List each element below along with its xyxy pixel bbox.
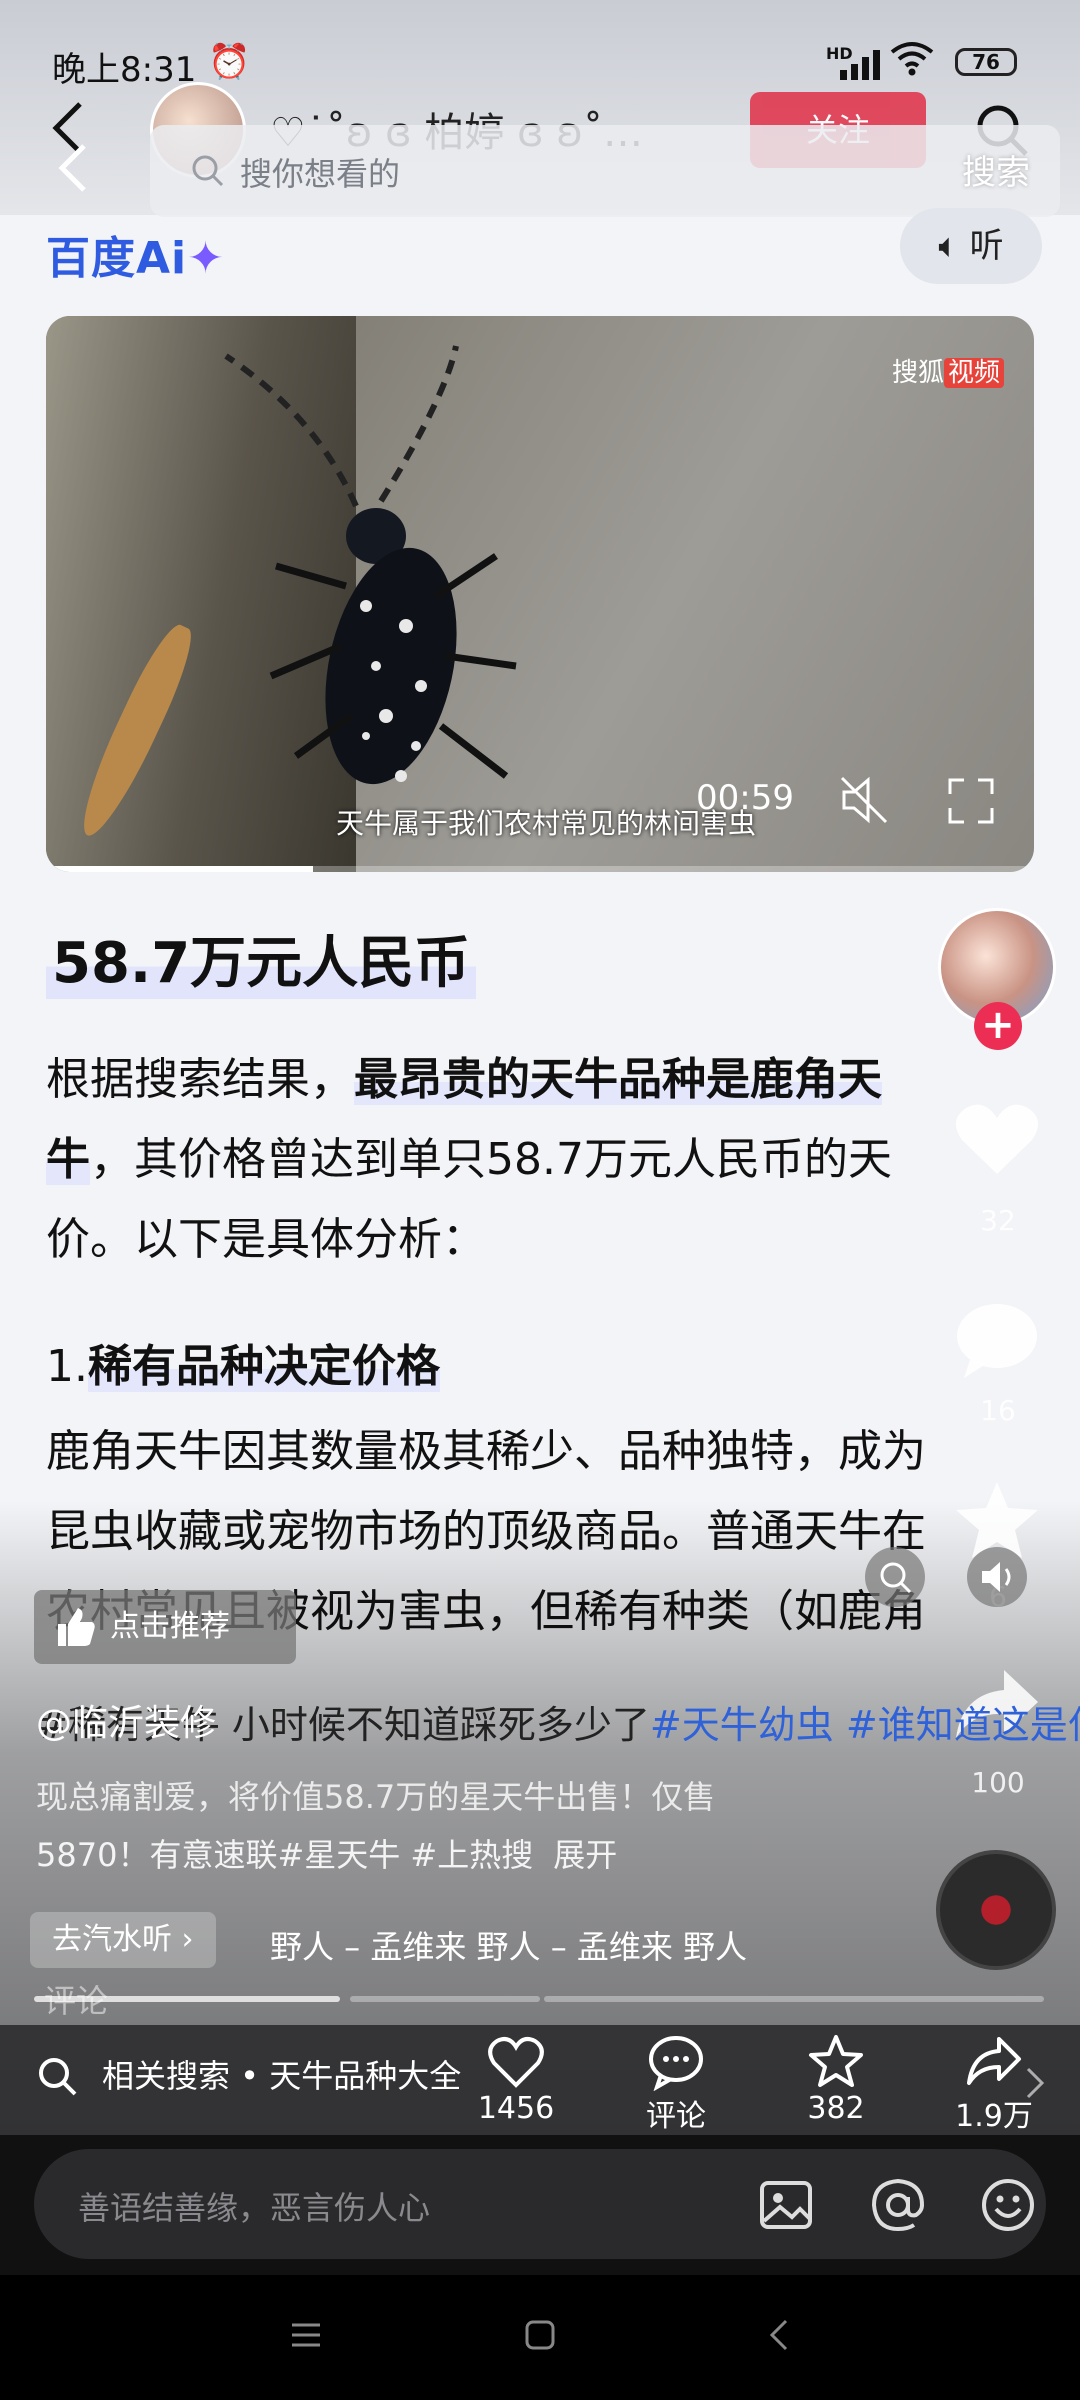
music-row: 去汽水听 › 野人 – 孟维来 野人 – 孟维来 野人 [30,1912,930,1972]
status-bar: 晚上8:31 ⏰ HD 76 [0,40,1080,90]
like-button[interactable]: 1456 [456,2033,576,2133]
mention-icon[interactable] [870,2177,926,2233]
search-input-icon [192,155,224,187]
alarm-icon: ⏰ [208,42,251,82]
system-navigation-bar [0,2275,1080,2400]
comment-composer: 善语结善缘，恶言伤人心 [0,2135,1080,2275]
listen-in-app-button[interactable]: 去汽水听 › [30,1912,216,1968]
chevron-right-icon[interactable] [1020,2063,1050,2103]
home-nav-icon[interactable] [520,2315,560,2355]
content-screen: 晚上8:31 ⏰ HD 76 ♡˙˚ʚ ɞ 柏婷 ɞ ʚ˚… 关注 搜你想看的 … [0,0,1080,2135]
search-icon [39,2058,77,2096]
listen-label: 听 [969,226,1004,266]
action-bar: 相关搜索 • 天牛品种大全 1456 评论 382 1.9万 [0,2025,1080,2135]
comment-icon[interactable] [952,1300,1042,1380]
music-title: 野人 – 孟维来 野人 – 孟维来 野人 [270,1928,748,1966]
heart-outline-icon [488,2037,544,2088]
video-duration: 00:59 [696,778,794,818]
comment-outline-icon [649,2036,703,2091]
thumbs-up-icon [58,1608,95,1646]
post-description-line1: 现总痛割爱，将价值58.7万的星天牛出售！仅售 [36,1778,716,1816]
recommend-label: 点击推荐 [110,1609,230,1644]
search-input[interactable]: 搜你想看的 [240,149,400,195]
emoji-icon[interactable] [980,2177,1036,2233]
menu-nav-icon[interactable] [286,2315,326,2355]
related-search-button[interactable]: 相关搜索 • 天牛品种大全 [36,2041,461,2111]
speaker-icon: 🔈︎ [938,226,959,266]
heart-icon[interactable] [952,1100,1042,1180]
back-nav-icon[interactable] [760,2315,800,2355]
tag-what-is-this[interactable]: #谁知道这是什么 [846,1703,1080,1747]
related-search-label: 相关搜索 • 天牛品种大全 [102,2057,462,2095]
listen-button[interactable]: 🔈︎ 听 [900,208,1042,284]
favorite-total: 382 [807,2091,865,2126]
battery-indicator: 76 [955,48,1017,76]
search-button[interactable]: 搜索 [962,145,1030,194]
post-description-line2: 5870！有意速联#星天牛 #上热搜 展开 [36,1836,618,1874]
share-count: 100 [971,1766,1025,1799]
volume-icon[interactable] [966,1546,1028,1608]
music-disc-icon[interactable] [936,1850,1056,1970]
answer-heading: 58.7万元人民币 [46,918,477,999]
tag-larva[interactable]: #天牛幼虫 [650,1703,834,1747]
comment-input[interactable]: 善语结善缘，恶言伤人心 [34,2149,1046,2259]
beetle-image [224,345,517,785]
video-player[interactable]: 搜狐 视频 天牛属于我们农村常见的林间害虫 00:59 [46,316,1034,872]
comment-placeholder: 善语结善缘，恶言伤人心 [78,2189,431,2227]
like-count: 32 [980,1204,1016,1237]
wifi-icon [890,40,934,87]
comment-count: 16 [980,1394,1016,1427]
video-progress[interactable] [46,866,1034,872]
follow-plus-icon[interactable]: + [974,1002,1022,1050]
section-heading: 1.稀有品种决定价格 [46,1341,440,1392]
search-bar[interactable]: 搜你想看的 搜索 [150,125,1060,217]
share-outline-icon [967,2037,1021,2085]
video-watermark: 搜狐 视频 [892,352,1004,389]
expand-link[interactable]: 展开 [553,1836,617,1874]
recommend-button[interactable]: 点击推荐 [34,1590,296,1664]
comment-button[interactable]: 评论 [616,2033,736,2134]
fullscreen-icon[interactable] [946,776,996,826]
share-total: 1.9万 [955,2099,1033,2134]
search-back-icon[interactable] [56,142,90,194]
status-time: 晚上8:31 [52,50,197,90]
image-icon[interactable] [758,2177,814,2233]
star-outline-icon [809,2035,863,2087]
favorite-button[interactable]: 382 [776,2033,896,2133]
signal-icon [840,48,882,80]
lens-icon[interactable] [864,1546,926,1608]
comment-label: 评论 [646,2099,706,2134]
baidu-ai-logo: 百度Ai✦ [46,233,226,284]
like-total: 1456 [477,2091,555,2126]
playback-progress[interactable] [34,1996,1044,2002]
post-author[interactable]: @临沂装修 [36,1694,216,1746]
answer-intro: 根据搜索结果，最昂贵的天牛品种是鹿角天牛，其价格曾达到单只58.7万元人民币的天… [46,1054,892,1265]
video-caption: 天牛属于我们农村常见的林间害虫 [336,807,757,840]
mute-icon[interactable] [836,772,892,828]
